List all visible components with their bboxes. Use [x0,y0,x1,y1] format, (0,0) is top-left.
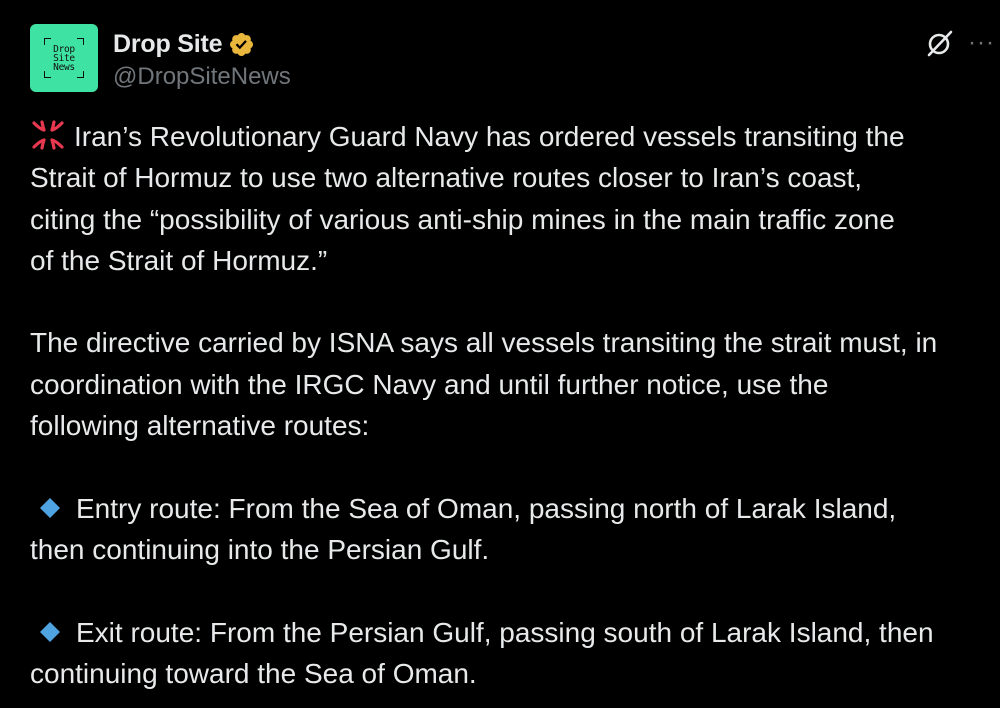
text-line: Entry route: From the Sea of Oman, passi… [30,488,1000,529]
text-line: following alternative routes: [30,410,370,442]
grok-icon[interactable] [924,27,956,59]
paragraph-directive: The directive carried by ISNA says all v… [30,322,1000,446]
text-line: coordination with the IRGC Navy and unti… [30,368,829,400]
text-line: The directive carried by ISNA says all v… [30,327,938,359]
text-line-content: Exit route: From the Persian Gulf, passi… [76,616,934,648]
avatar-logo: Drop Site News [44,38,84,78]
display-name[interactable]: Drop Site [113,30,223,59]
text-line: then continuing into the Persian Gulf. [30,533,490,565]
avatar-logo-text: Drop Site News [53,43,75,73]
text-line: Exit route: From the Persian Gulf, passi… [30,612,1000,653]
avatar[interactable]: Drop Site News [30,24,98,92]
paragraph-entry-route: Entry route: From the Sea of Oman, passi… [30,488,1000,571]
anger-symbol-icon [32,120,64,150]
text-line: Iran’s Revolutionary Guard Navy has orde… [30,116,1000,157]
post-card: Drop Site News Drop Site @DropSiteNews ·… [0,0,1000,708]
text-line: citing the “possibility of various anti-… [30,203,895,235]
text-line: continuing toward the Sea of Oman. [30,657,477,689]
verified-badge-icon[interactable] [228,31,255,58]
text-line: of the Strait of Hormuz.” [30,244,328,276]
text-line-content: Iran’s Revolutionary Guard Navy has orde… [74,121,905,152]
small-blue-diamond-icon [40,497,60,518]
more-options-icon[interactable]: ··· [968,30,1000,56]
small-blue-diamond-icon [40,621,60,642]
post-text: Iran’s Revolutionary Guard Navy has orde… [30,116,1000,694]
author-name-row: Drop Site [113,27,255,61]
author-handle[interactable]: @DropSiteNews [113,63,291,91]
text-line-content: Entry route: From the Sea of Oman, passi… [76,492,897,524]
paragraph-intro: Iran’s Revolutionary Guard Navy has orde… [30,116,1000,281]
text-line: Strait of Hormuz to use two alternative … [30,162,863,194]
paragraph-exit-route: Exit route: From the Persian Gulf, passi… [30,612,1000,695]
